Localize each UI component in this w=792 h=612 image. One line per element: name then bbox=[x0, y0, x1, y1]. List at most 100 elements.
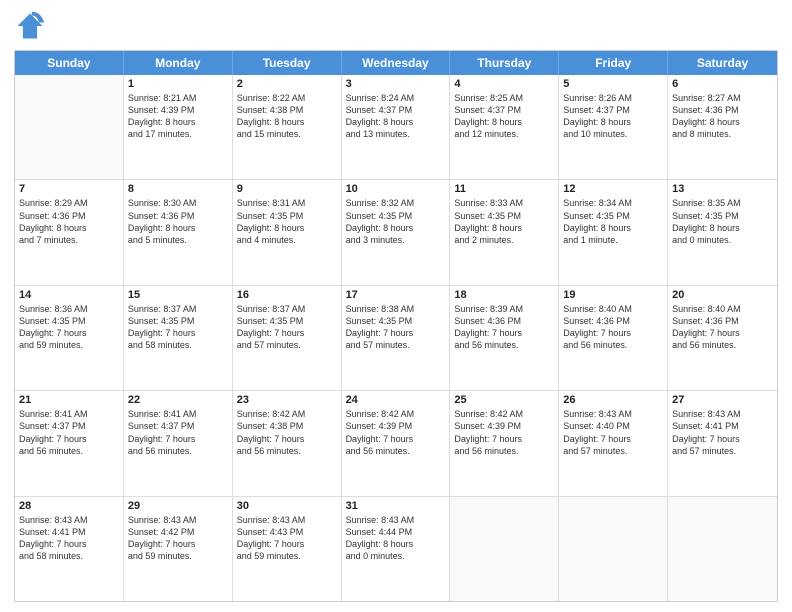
calendar-cell: 5 Sunrise: 8:26 AM Sunset: 4:37 PM Daylig… bbox=[559, 75, 668, 179]
day-number: 6 bbox=[672, 78, 773, 90]
calendar-cell: 7 Sunrise: 8:29 AM Sunset: 4:36 PM Daylig… bbox=[15, 180, 124, 284]
calendar-cell: 22 Sunrise: 8:41 AM Sunset: 4:37 PM Dayli… bbox=[124, 391, 233, 495]
calendar-cell: 1Sunrise: 8:21 AM Sunset: 4:39 PM Daylig… bbox=[124, 75, 233, 179]
day-number: 16 bbox=[237, 289, 337, 301]
calendar-cell bbox=[15, 75, 124, 179]
header-day-wednesday: Wednesday bbox=[342, 51, 451, 75]
logo-icon bbox=[14, 10, 46, 42]
day-number: 21 bbox=[19, 394, 119, 406]
calendar-cell: 18 Sunrise: 8:39 AM Sunset: 4:36 PM Dayli… bbox=[450, 286, 559, 390]
header bbox=[14, 10, 778, 42]
cell-info: Sunrise: 8:41 AM Sunset: 4:37 PM Dayligh… bbox=[128, 408, 228, 457]
cell-info: Sunrise: 8:37 AM Sunset: 4:35 PM Dayligh… bbox=[128, 303, 228, 352]
day-number: 18 bbox=[454, 289, 554, 301]
calendar-cell: 4 Sunrise: 8:25 AM Sunset: 4:37 PM Daylig… bbox=[450, 75, 559, 179]
cell-info: Sunrise: 8:42 AM Sunset: 4:39 PM Dayligh… bbox=[346, 408, 446, 457]
cell-info: Sunrise: 8:38 AM Sunset: 4:35 PM Dayligh… bbox=[346, 303, 446, 352]
calendar-cell: 3Sunrise: 8:24 AM Sunset: 4:37 PM Daylig… bbox=[342, 75, 451, 179]
header-day-thursday: Thursday bbox=[450, 51, 559, 75]
header-day-sunday: Sunday bbox=[15, 51, 124, 75]
day-number: 2 bbox=[237, 78, 337, 90]
page: SundayMondayTuesdayWednesdayThursdayFrid… bbox=[0, 0, 792, 612]
day-number: 15 bbox=[128, 289, 228, 301]
calendar-row-0: 1Sunrise: 8:21 AM Sunset: 4:39 PM Daylig… bbox=[15, 75, 777, 180]
calendar-cell: 16 Sunrise: 8:37 AM Sunset: 4:35 PM Dayli… bbox=[233, 286, 342, 390]
day-number: 23 bbox=[237, 394, 337, 406]
cell-info: Sunrise: 8:25 AM Sunset: 4:37 PM Dayligh… bbox=[454, 92, 554, 141]
cell-info: Sunrise: 8:22 AM Sunset: 4:38 PM Dayligh… bbox=[237, 92, 337, 141]
cell-info: Sunrise: 8:37 AM Sunset: 4:35 PM Dayligh… bbox=[237, 303, 337, 352]
calendar: SundayMondayTuesdayWednesdayThursdayFrid… bbox=[14, 50, 778, 602]
calendar-cell bbox=[559, 497, 668, 601]
cell-info: Sunrise: 8:43 AM Sunset: 4:42 PM Dayligh… bbox=[128, 514, 228, 563]
calendar-cell: 28 Sunrise: 8:43 AM Sunset: 4:41 PM Dayli… bbox=[15, 497, 124, 601]
calendar-cell: 25 Sunrise: 8:42 AM Sunset: 4:39 PM Dayli… bbox=[450, 391, 559, 495]
day-number: 28 bbox=[19, 500, 119, 512]
day-number: 3 bbox=[346, 78, 446, 90]
calendar-cell: 19 Sunrise: 8:40 AM Sunset: 4:36 PM Dayli… bbox=[559, 286, 668, 390]
cell-info: Sunrise: 8:35 AM Sunset: 4:35 PM Dayligh… bbox=[672, 197, 773, 246]
cell-info: Sunrise: 8:36 AM Sunset: 4:35 PM Dayligh… bbox=[19, 303, 119, 352]
cell-info: Sunrise: 8:31 AM Sunset: 4:35 PM Dayligh… bbox=[237, 197, 337, 246]
day-number: 19 bbox=[563, 289, 663, 301]
cell-info: Sunrise: 8:43 AM Sunset: 4:41 PM Dayligh… bbox=[19, 514, 119, 563]
cell-info: Sunrise: 8:43 AM Sunset: 4:41 PM Dayligh… bbox=[672, 408, 773, 457]
day-number: 1 bbox=[128, 78, 228, 90]
calendar-cell: 17 Sunrise: 8:38 AM Sunset: 4:35 PM Dayli… bbox=[342, 286, 451, 390]
header-day-tuesday: Tuesday bbox=[233, 51, 342, 75]
day-number: 25 bbox=[454, 394, 554, 406]
calendar-cell: 26Sunrise: 8:43 AM Sunset: 4:40 PM Dayli… bbox=[559, 391, 668, 495]
cell-info: Sunrise: 8:43 AM Sunset: 4:43 PM Dayligh… bbox=[237, 514, 337, 563]
cell-info: Sunrise: 8:26 AM Sunset: 4:37 PM Dayligh… bbox=[563, 92, 663, 141]
cell-info: Sunrise: 8:33 AM Sunset: 4:35 PM Dayligh… bbox=[454, 197, 554, 246]
calendar-cell: 8Sunrise: 8:30 AM Sunset: 4:36 PM Daylig… bbox=[124, 180, 233, 284]
day-number: 29 bbox=[128, 500, 228, 512]
calendar-cell: 14 Sunrise: 8:36 AM Sunset: 4:35 PM Dayli… bbox=[15, 286, 124, 390]
cell-info: Sunrise: 8:30 AM Sunset: 4:36 PM Dayligh… bbox=[128, 197, 228, 246]
day-number: 14 bbox=[19, 289, 119, 301]
day-number: 10 bbox=[346, 183, 446, 195]
day-number: 27 bbox=[672, 394, 773, 406]
calendar-body: 1Sunrise: 8:21 AM Sunset: 4:39 PM Daylig… bbox=[15, 75, 777, 601]
day-number: 5 bbox=[563, 78, 663, 90]
calendar-cell: 10 Sunrise: 8:32 AM Sunset: 4:35 PM Dayli… bbox=[342, 180, 451, 284]
cell-info: Sunrise: 8:27 AM Sunset: 4:36 PM Dayligh… bbox=[672, 92, 773, 141]
calendar-cell: 12Sunrise: 8:34 AM Sunset: 4:35 PM Dayli… bbox=[559, 180, 668, 284]
calendar-cell: 21 Sunrise: 8:41 AM Sunset: 4:37 PM Dayli… bbox=[15, 391, 124, 495]
calendar-cell: 20 Sunrise: 8:40 AM Sunset: 4:36 PM Dayli… bbox=[668, 286, 777, 390]
calendar-row-2: 14 Sunrise: 8:36 AM Sunset: 4:35 PM Dayli… bbox=[15, 286, 777, 391]
cell-info: Sunrise: 8:29 AM Sunset: 4:36 PM Dayligh… bbox=[19, 197, 119, 246]
calendar-row-3: 21 Sunrise: 8:41 AM Sunset: 4:37 PM Dayli… bbox=[15, 391, 777, 496]
cell-info: Sunrise: 8:41 AM Sunset: 4:37 PM Dayligh… bbox=[19, 408, 119, 457]
cell-info: Sunrise: 8:42 AM Sunset: 4:39 PM Dayligh… bbox=[454, 408, 554, 457]
calendar-row-4: 28 Sunrise: 8:43 AM Sunset: 4:41 PM Dayli… bbox=[15, 497, 777, 601]
calendar-header: SundayMondayTuesdayWednesdayThursdayFrid… bbox=[15, 51, 777, 75]
cell-info: Sunrise: 8:40 AM Sunset: 4:36 PM Dayligh… bbox=[672, 303, 773, 352]
logo bbox=[14, 10, 50, 42]
calendar-cell bbox=[668, 497, 777, 601]
calendar-cell: 15 Sunrise: 8:37 AM Sunset: 4:35 PM Dayli… bbox=[124, 286, 233, 390]
day-number: 20 bbox=[672, 289, 773, 301]
day-number: 4 bbox=[454, 78, 554, 90]
calendar-cell: 31 Sunrise: 8:43 AM Sunset: 4:44 PM Dayli… bbox=[342, 497, 451, 601]
calendar-cell bbox=[450, 497, 559, 601]
cell-info: Sunrise: 8:32 AM Sunset: 4:35 PM Dayligh… bbox=[346, 197, 446, 246]
calendar-cell: 11 Sunrise: 8:33 AM Sunset: 4:35 PM Dayli… bbox=[450, 180, 559, 284]
day-number: 13 bbox=[672, 183, 773, 195]
calendar-cell: 9Sunrise: 8:31 AM Sunset: 4:35 PM Daylig… bbox=[233, 180, 342, 284]
calendar-cell: 13 Sunrise: 8:35 AM Sunset: 4:35 PM Dayli… bbox=[668, 180, 777, 284]
day-number: 7 bbox=[19, 183, 119, 195]
cell-info: Sunrise: 8:43 AM Sunset: 4:44 PM Dayligh… bbox=[346, 514, 446, 563]
day-number: 17 bbox=[346, 289, 446, 301]
cell-info: Sunrise: 8:39 AM Sunset: 4:36 PM Dayligh… bbox=[454, 303, 554, 352]
calendar-cell: 30Sunrise: 8:43 AM Sunset: 4:43 PM Dayli… bbox=[233, 497, 342, 601]
header-day-friday: Friday bbox=[559, 51, 668, 75]
day-number: 26 bbox=[563, 394, 663, 406]
day-number: 22 bbox=[128, 394, 228, 406]
cell-info: Sunrise: 8:40 AM Sunset: 4:36 PM Dayligh… bbox=[563, 303, 663, 352]
calendar-cell: 23Sunrise: 8:42 AM Sunset: 4:38 PM Dayli… bbox=[233, 391, 342, 495]
day-number: 31 bbox=[346, 500, 446, 512]
header-day-monday: Monday bbox=[124, 51, 233, 75]
cell-info: Sunrise: 8:34 AM Sunset: 4:35 PM Dayligh… bbox=[563, 197, 663, 246]
day-number: 11 bbox=[454, 183, 554, 195]
